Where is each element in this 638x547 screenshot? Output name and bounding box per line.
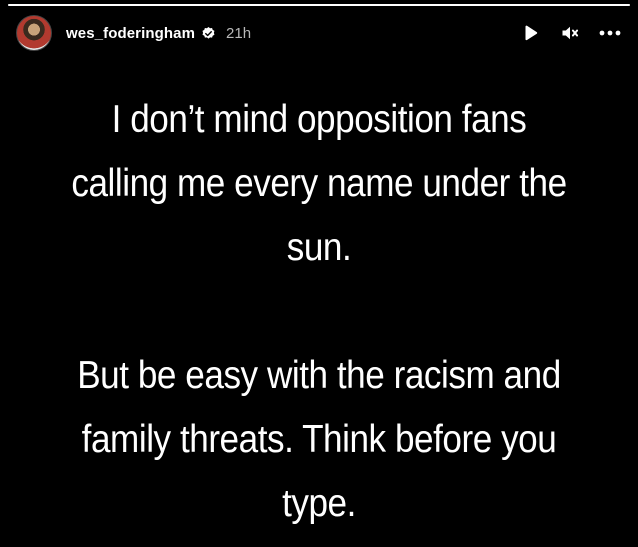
play-icon	[525, 25, 538, 41]
text-line: type.	[282, 482, 356, 525]
story-controls	[502, 21, 622, 45]
username[interactable]: wes_foderingham	[66, 25, 195, 42]
play-button[interactable]	[518, 21, 542, 45]
story-user: wes_foderingham 21h	[16, 15, 251, 51]
story-progress-fill	[8, 4, 630, 6]
muted-speaker-icon	[562, 26, 579, 40]
text-line: I don’t mind opposition fans	[111, 98, 527, 141]
mute-button[interactable]	[558, 21, 582, 45]
story-progress-bar	[8, 4, 630, 6]
text-line: But be easy with the racism and	[77, 354, 561, 397]
verified-badge-icon	[202, 26, 215, 39]
more-options-icon	[599, 30, 621, 36]
story-header: wes_foderingham 21h	[16, 14, 622, 52]
text-line: family threats. Think before you	[81, 418, 557, 461]
text-line: sun.	[286, 226, 352, 269]
post-time: 21h	[226, 24, 252, 42]
story-viewer: wes_foderingham 21h I don’t mind opposit…	[0, 0, 638, 547]
story-text: I don’t mind opposition fans calling me …	[59, 88, 579, 536]
more-options-button[interactable]	[598, 21, 622, 45]
text-line: calling me every name under the	[71, 162, 567, 205]
avatar[interactable]	[16, 15, 52, 51]
